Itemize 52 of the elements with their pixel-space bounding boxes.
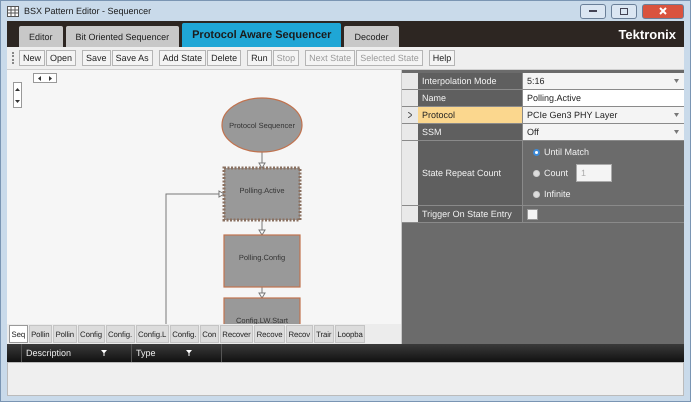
- row-header[interactable]: [402, 107, 418, 123]
- horizontal-scroll-arrows[interactable]: [33, 73, 57, 83]
- filter-icon[interactable]: [186, 350, 192, 356]
- caret-icon: [674, 130, 679, 134]
- radio-label: Count: [544, 168, 568, 178]
- connector-arrow: [258, 286, 266, 299]
- toolbar-button[interactable]: Save As: [112, 50, 153, 66]
- toolbar-button[interactable]: Save: [82, 50, 111, 66]
- caret-icon: [674, 79, 679, 83]
- help-button[interactable]: Help: [428, 50, 456, 66]
- radio-label: Until Match: [544, 147, 590, 157]
- connector-arrow: [258, 152, 266, 169]
- property-label: State Repeat Count: [418, 141, 523, 205]
- current-row-icon: [408, 112, 412, 118]
- minimize-button[interactable]: [580, 4, 606, 18]
- checkbox[interactable]: [527, 208, 538, 220]
- close-icon: [659, 7, 667, 15]
- caret-icon: [674, 113, 679, 117]
- toolbar-button[interactable]: Delete: [207, 50, 242, 66]
- vertical-scroll-arrows[interactable]: [13, 82, 22, 108]
- connector-arrow: [258, 220, 266, 236]
- filter-icon[interactable]: [101, 350, 108, 356]
- property-label: SSM: [418, 124, 523, 140]
- toolbar-button[interactable]: New: [19, 50, 46, 66]
- minimize-icon: [589, 10, 597, 12]
- tab[interactable]: Protocol Aware Sequencer: [182, 23, 342, 47]
- window-title: BSX Pattern Editor - Sequencer: [24, 6, 152, 16]
- dropdown-field[interactable]: PCIe Gen3 PHY Layer: [523, 107, 684, 123]
- property-label: Protocol: [418, 107, 523, 123]
- toolbar-button[interactable]: Run: [247, 50, 272, 66]
- toolbar-button[interactable]: Open: [46, 50, 76, 66]
- maximize-icon: [620, 8, 628, 14]
- close-button[interactable]: [642, 4, 684, 18]
- column-header[interactable]: Description: [26, 348, 72, 358]
- dropdown-field[interactable]: Off: [523, 124, 684, 140]
- tab[interactable]: Editor: [19, 26, 63, 47]
- toolbar-button[interactable]: Add State: [158, 50, 206, 66]
- column-header[interactable]: Type: [136, 348, 156, 358]
- property-label: Interpolation Mode: [418, 73, 523, 89]
- radio-button[interactable]: [533, 190, 540, 198]
- property-label: Trigger On State Entry: [418, 206, 523, 222]
- radio-button[interactable]: [533, 148, 540, 156]
- brand-logo: Tektronix: [618, 26, 677, 42]
- tab[interactable]: Decoder: [344, 26, 398, 47]
- app-icon: [7, 6, 19, 16]
- name-field[interactable]: Polling.Active: [523, 90, 684, 106]
- maximize-button[interactable]: [611, 4, 637, 18]
- property-label: Name: [418, 90, 523, 106]
- dropdown-field[interactable]: 5:16: [523, 73, 684, 89]
- radio-label: Infinite: [544, 189, 571, 199]
- tab[interactable]: Bit Oriented Sequencer: [66, 26, 180, 47]
- radio-button[interactable]: [533, 170, 540, 176]
